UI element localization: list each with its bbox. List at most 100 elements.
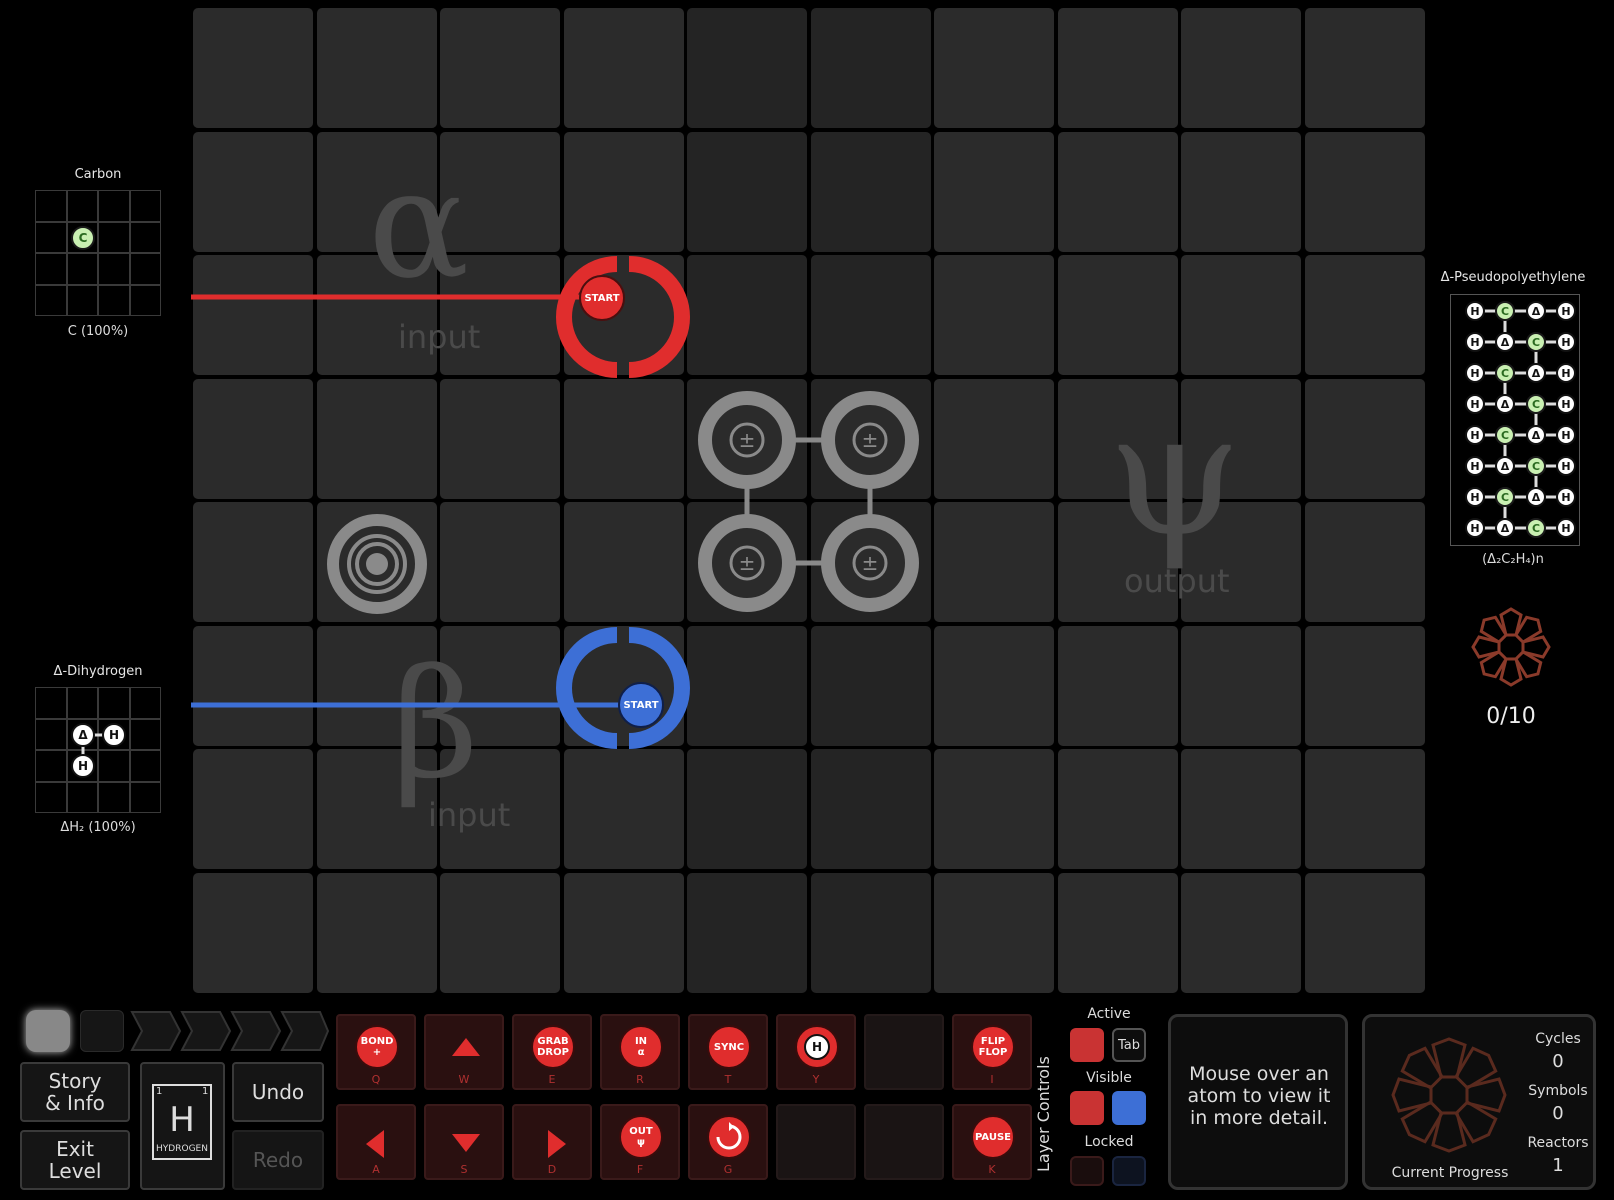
empty-slot: [864, 1014, 944, 1090]
hydrogen-atom: H: [1465, 332, 1485, 352]
carbon-atom: C: [71, 226, 95, 250]
move-up-instruction[interactable]: W: [424, 1014, 504, 1090]
sensor-icon[interactable]: [327, 514, 427, 614]
hydrogen-atom: H: [1556, 456, 1576, 476]
hydrogen-atom: H: [1556, 518, 1576, 538]
output-preview[interactable]: HCΔHHΔCHHCΔHHΔCHHCΔHHΔCHHCΔHHΔCH: [1450, 294, 1580, 546]
element-number: 1: [156, 1086, 163, 1097]
story-info-button[interactable]: Story & Info: [20, 1062, 130, 1122]
bond-instruction[interactable]: BOND + Q: [336, 1014, 416, 1090]
preview-grid-cell: [35, 253, 67, 285]
preview-grid-cell: [66, 284, 98, 316]
svg-text:±: ±: [862, 428, 879, 452]
svg-text:±: ±: [739, 428, 756, 452]
preview-grid-cell: [35, 221, 67, 253]
delta-atom: Δ: [1526, 301, 1546, 321]
flip-flop-instruction[interactable]: FLIP FLOP I: [952, 1014, 1032, 1090]
pause-instruction[interactable]: PAUSE K: [952, 1104, 1032, 1180]
preview-grid-cell: [66, 190, 98, 222]
preview-grid-cell: [98, 253, 130, 285]
blue-start-marker[interactable]: START: [618, 682, 664, 728]
carbon-atom: C: [1495, 425, 1515, 445]
cycles-value: 0: [1552, 1051, 1564, 1072]
hydrogen-atom: H: [1465, 518, 1485, 538]
delta-atom: Δ: [71, 723, 95, 747]
hydrogen-atom: H: [1556, 301, 1576, 321]
reactors-label: Reactors: [1527, 1135, 1589, 1151]
hydrogen-atom: H: [1465, 363, 1485, 383]
preview-grid-cell: [129, 253, 161, 285]
visible-red-toggle[interactable]: [1070, 1091, 1104, 1125]
element-card[interactable]: 1 1 H HYDROGEN: [140, 1062, 225, 1190]
hydrogen-atom: H: [1465, 456, 1485, 476]
input-beta-title: Δ-Dihydrogen: [53, 664, 143, 679]
element-name: HYDROGEN: [156, 1144, 208, 1154]
output-progress-icon: [1471, 607, 1551, 687]
preview-grid-cell: [129, 190, 161, 222]
undo-button[interactable]: Undo: [232, 1062, 324, 1122]
delta-atom: Δ: [1495, 394, 1515, 414]
hydrogen-atom: H: [804, 1034, 830, 1060]
input-alpha-preview[interactable]: C: [35, 190, 161, 316]
output-psi-instruction[interactable]: OUT ψ F: [600, 1104, 680, 1180]
empty-slot: [864, 1104, 944, 1180]
carbon-atom: C: [1526, 456, 1546, 476]
exit-level-button[interactable]: Exit Level: [20, 1130, 130, 1190]
hydrogen-atom: H: [1556, 487, 1576, 507]
delta-atom: Δ: [1526, 425, 1546, 445]
red-start-marker[interactable]: START: [579, 275, 625, 321]
sync-instruction[interactable]: SYNC T: [688, 1014, 768, 1090]
visible-blue-toggle[interactable]: [1112, 1091, 1146, 1125]
delta-atom: Δ: [1495, 332, 1515, 352]
hydrogen-atom: H: [1556, 394, 1576, 414]
bonder-icon[interactable]: ±: [821, 514, 919, 612]
carbon-atom: C: [1495, 487, 1515, 507]
move-left-instruction[interactable]: A: [336, 1104, 416, 1180]
locked-red-toggle[interactable]: [1070, 1156, 1104, 1186]
move-down-instruction[interactable]: S: [424, 1104, 504, 1180]
step-button[interactable]: [80, 1010, 124, 1052]
preview-grid-cell: [129, 221, 161, 253]
hydrogen-atom: H: [1556, 332, 1576, 352]
preview-grid-cell: [129, 284, 161, 316]
input-alpha-instruction[interactable]: IN α R: [600, 1014, 680, 1090]
svg-text:±: ±: [862, 551, 879, 575]
rotate-instruction[interactable]: G: [688, 1104, 768, 1180]
speed-controls[interactable]: [130, 1010, 330, 1052]
hydrogen-atom: H: [1465, 301, 1485, 321]
blue-waldo[interactable]: [556, 627, 690, 749]
preview-grid-cell: [35, 190, 67, 222]
hydrogen-atom: H: [1556, 425, 1576, 445]
bonder-icon[interactable]: ±: [698, 391, 796, 489]
bonder-icon[interactable]: ±: [821, 391, 919, 489]
atom-info-panel: Mouse over an atom to view it in more de…: [1168, 1014, 1348, 1190]
sense-instruction[interactable]: H Y: [776, 1014, 856, 1090]
delta-atom: Δ: [1526, 487, 1546, 507]
rotate-icon: [716, 1122, 742, 1150]
preview-grid-cell: [98, 221, 130, 253]
carbon-atom: C: [1526, 332, 1546, 352]
delta-atom: Δ: [1495, 518, 1515, 538]
input-beta-preview[interactable]: Δ H H: [35, 687, 161, 813]
element-mass: 1: [202, 1086, 209, 1097]
delta-atom: Δ: [1526, 363, 1546, 383]
hydrogen-atom: H: [1465, 394, 1485, 414]
stop-button[interactable]: [26, 1010, 70, 1052]
bonder-icon[interactable]: ±: [698, 514, 796, 612]
carbon-atom: C: [1526, 394, 1546, 414]
delta-atom: Δ: [1495, 456, 1515, 476]
redo-button[interactable]: Redo: [232, 1130, 324, 1190]
active-red-toggle[interactable]: [1070, 1028, 1104, 1062]
red-waldo[interactable]: [556, 256, 690, 378]
empty-slot: [776, 1104, 856, 1180]
visible-label: Visible: [1086, 1070, 1132, 1086]
tab-key-hint[interactable]: Tab: [1112, 1028, 1146, 1062]
move-right-instruction[interactable]: D: [512, 1104, 592, 1180]
locked-blue-toggle[interactable]: [1112, 1156, 1146, 1186]
preview-grid-cell: [35, 284, 67, 316]
grab-drop-instruction[interactable]: GRAB DROP E: [512, 1014, 592, 1090]
hydrogen-atom: H: [71, 754, 95, 778]
output-title: Δ-Pseudopolyethylene: [1440, 270, 1586, 285]
stats-panel: Current Progress Cycles 0 Symbols 0 Reac…: [1362, 1014, 1596, 1190]
reactors-value: 1: [1552, 1155, 1564, 1176]
